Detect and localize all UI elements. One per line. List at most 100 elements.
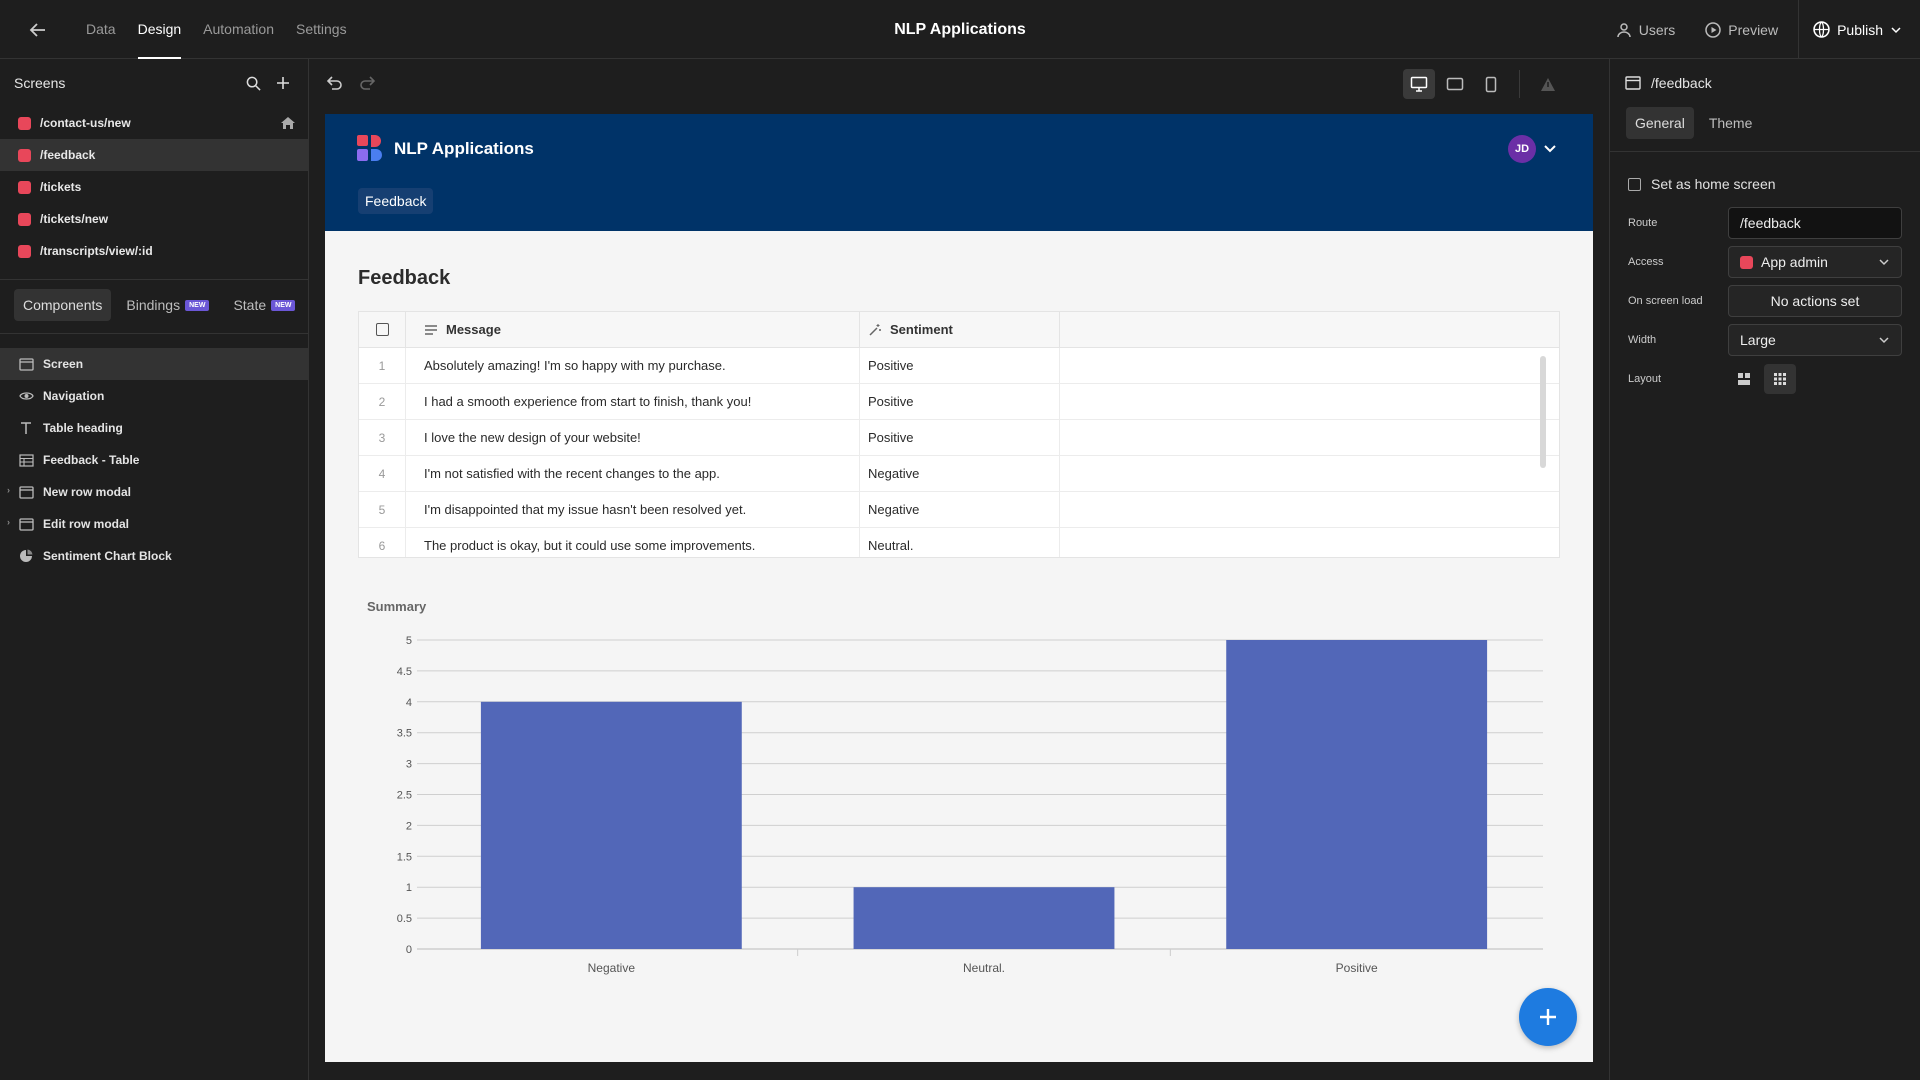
message-cell: I'm not satisfied with the recent change… — [406, 456, 860, 491]
screen-item-transcripts-view[interactable]: /transcripts/view/:id — [0, 235, 308, 267]
row-number: 3 — [359, 420, 406, 455]
right-panel: /feedback General Theme Set as home scre… — [1609, 59, 1920, 1080]
screen-route: /transcripts/view/:id — [40, 244, 153, 258]
x-tick-label: Negative — [588, 961, 636, 975]
component-item-feedback-table[interactable]: Feedback - Table — [0, 444, 308, 476]
component-item-navigation[interactable]: Navigation — [0, 380, 308, 412]
screen-item-tickets-new[interactable]: /tickets/new — [0, 203, 308, 235]
preview-button[interactable]: Preview — [1690, 22, 1793, 38]
tab-label: Bindings — [126, 297, 181, 313]
sentiment-cell: Positive — [860, 420, 1060, 455]
tab-general[interactable]: General — [1626, 107, 1694, 139]
home-screen-checkbox[interactable]: Set as home screen — [1610, 152, 1920, 192]
component-item-sentiment-chart-block[interactable]: Sentiment Chart Block — [0, 540, 308, 572]
column-label: Message — [446, 322, 501, 337]
avatar[interactable]: JD — [1508, 135, 1536, 163]
screen-item-tickets[interactable]: /tickets — [0, 171, 308, 203]
warning-icon[interactable] — [1532, 69, 1564, 99]
component-item-screen[interactable]: Screen — [0, 348, 308, 380]
tab-components[interactable]: Components — [14, 289, 112, 321]
screen-color-swatch — [18, 116, 31, 130]
tab-automation[interactable]: Automation — [192, 0, 285, 59]
app-name: NLP Applications — [394, 139, 534, 158]
access-select[interactable]: App admin — [1728, 246, 1902, 278]
back-arrow-icon[interactable] — [24, 16, 52, 44]
users-button[interactable]: Users — [1601, 22, 1691, 38]
component-label: Screen — [43, 357, 84, 371]
x-tick-label: Positive — [1336, 961, 1378, 975]
component-item-new-row-modal[interactable]: › New row modal — [0, 476, 308, 508]
field-label: Route — [1628, 217, 1658, 229]
mobile-view-button[interactable] — [1475, 69, 1507, 99]
table-row[interactable]: 5 I'm disappointed that my issue hasn't … — [359, 492, 1559, 528]
tab-data[interactable]: Data — [75, 0, 127, 59]
settings-tabs: General Theme — [1610, 107, 1920, 139]
screen-item-contact-us-new[interactable]: /contact-us/new — [0, 107, 308, 139]
redo-icon[interactable] — [358, 73, 380, 95]
component-item-table-heading[interactable]: Table heading — [0, 412, 308, 444]
on-load-actions-button[interactable]: No actions set — [1728, 285, 1902, 317]
feedback-table: Message Sentiment 1 Absolutely amazing! … — [358, 311, 1560, 558]
text-icon — [18, 420, 34, 436]
tab-theme[interactable]: Theme — [1700, 107, 1762, 139]
eye-icon — [18, 388, 34, 404]
on-load-value: No actions set — [1770, 293, 1860, 309]
table-row[interactable]: 1 Absolutely amazing! I'm so happy with … — [359, 348, 1559, 384]
y-tick-label: 5 — [406, 635, 412, 647]
table-row[interactable]: 3 I love the new design of your website!… — [359, 420, 1559, 456]
flex-layout-button[interactable] — [1728, 364, 1760, 394]
divider — [0, 333, 308, 334]
width-value: Large — [1740, 332, 1776, 348]
preview-label: Preview — [1728, 21, 1779, 38]
table-scrollbar[interactable] — [1540, 356, 1546, 468]
column-header-sentiment[interactable]: Sentiment — [860, 312, 1060, 347]
width-select[interactable]: Large — [1728, 324, 1902, 356]
expand-arrow-icon[interactable]: › — [7, 517, 10, 527]
component-label: New row modal — [43, 485, 132, 499]
select-all-checkbox[interactable] — [359, 312, 406, 347]
y-tick-label: 3.5 — [397, 728, 412, 740]
plus-icon — [1540, 1009, 1556, 1025]
add-row-button[interactable] — [1519, 988, 1577, 1046]
sentiment-cell: Negative — [860, 456, 1060, 491]
field-label: Layout — [1628, 373, 1662, 385]
desktop-view-button[interactable] — [1403, 69, 1435, 99]
table-row[interactable]: 2 I had a smooth experience from start t… — [359, 384, 1559, 420]
add-screen-icon[interactable] — [272, 72, 294, 94]
column-header-message[interactable]: Message — [406, 312, 860, 347]
tablet-view-button[interactable] — [1439, 69, 1471, 99]
checkbox-label: Set as home screen — [1651, 176, 1776, 192]
route-field: Route /feedback — [1610, 207, 1920, 239]
row-number: 2 — [359, 384, 406, 419]
message-cell: I had a smooth experience from start to … — [406, 384, 860, 419]
checkbox-box — [1628, 177, 1641, 191]
column-label: Sentiment — [890, 322, 953, 337]
y-tick-label: 2.5 — [397, 790, 412, 802]
publish-button[interactable]: Publish — [1799, 21, 1920, 38]
expand-arrow-icon[interactable]: › — [7, 485, 10, 495]
desktop-icon — [1410, 76, 1428, 92]
chart-icon — [18, 548, 34, 564]
bar-positive — [1226, 640, 1488, 949]
grid-layout-button[interactable] — [1764, 364, 1796, 394]
component-item-edit-row-modal[interactable]: › Edit row modal — [0, 508, 308, 540]
table-row[interactable]: 4 I'm not satisfied with the recent chan… — [359, 456, 1559, 492]
screen-item-feedback[interactable]: /feedback — [0, 139, 308, 171]
layout-flex-icon — [1738, 373, 1750, 385]
table-row[interactable]: 6 The product is okay, but it could use … — [359, 528, 1559, 557]
field-label: On screen load — [1628, 295, 1703, 307]
grid-icon — [1774, 373, 1786, 385]
tab-state[interactable]: State NEW — [224, 289, 304, 321]
undo-icon[interactable] — [324, 73, 346, 95]
search-icon[interactable] — [242, 72, 264, 94]
route-input[interactable]: /feedback — [1728, 207, 1902, 239]
users-label: Users — [1638, 21, 1676, 38]
component-label: Sentiment Chart Block — [43, 549, 172, 563]
chevron-down-icon[interactable] — [1543, 141, 1557, 158]
tab-bindings[interactable]: Bindings NEW — [117, 289, 218, 321]
screen-icon — [1625, 76, 1641, 90]
nav-link-feedback[interactable]: Feedback — [358, 188, 434, 214]
tab-design[interactable]: Design — [127, 0, 193, 59]
tab-settings[interactable]: Settings — [285, 0, 358, 59]
tablet-icon — [1446, 77, 1464, 91]
